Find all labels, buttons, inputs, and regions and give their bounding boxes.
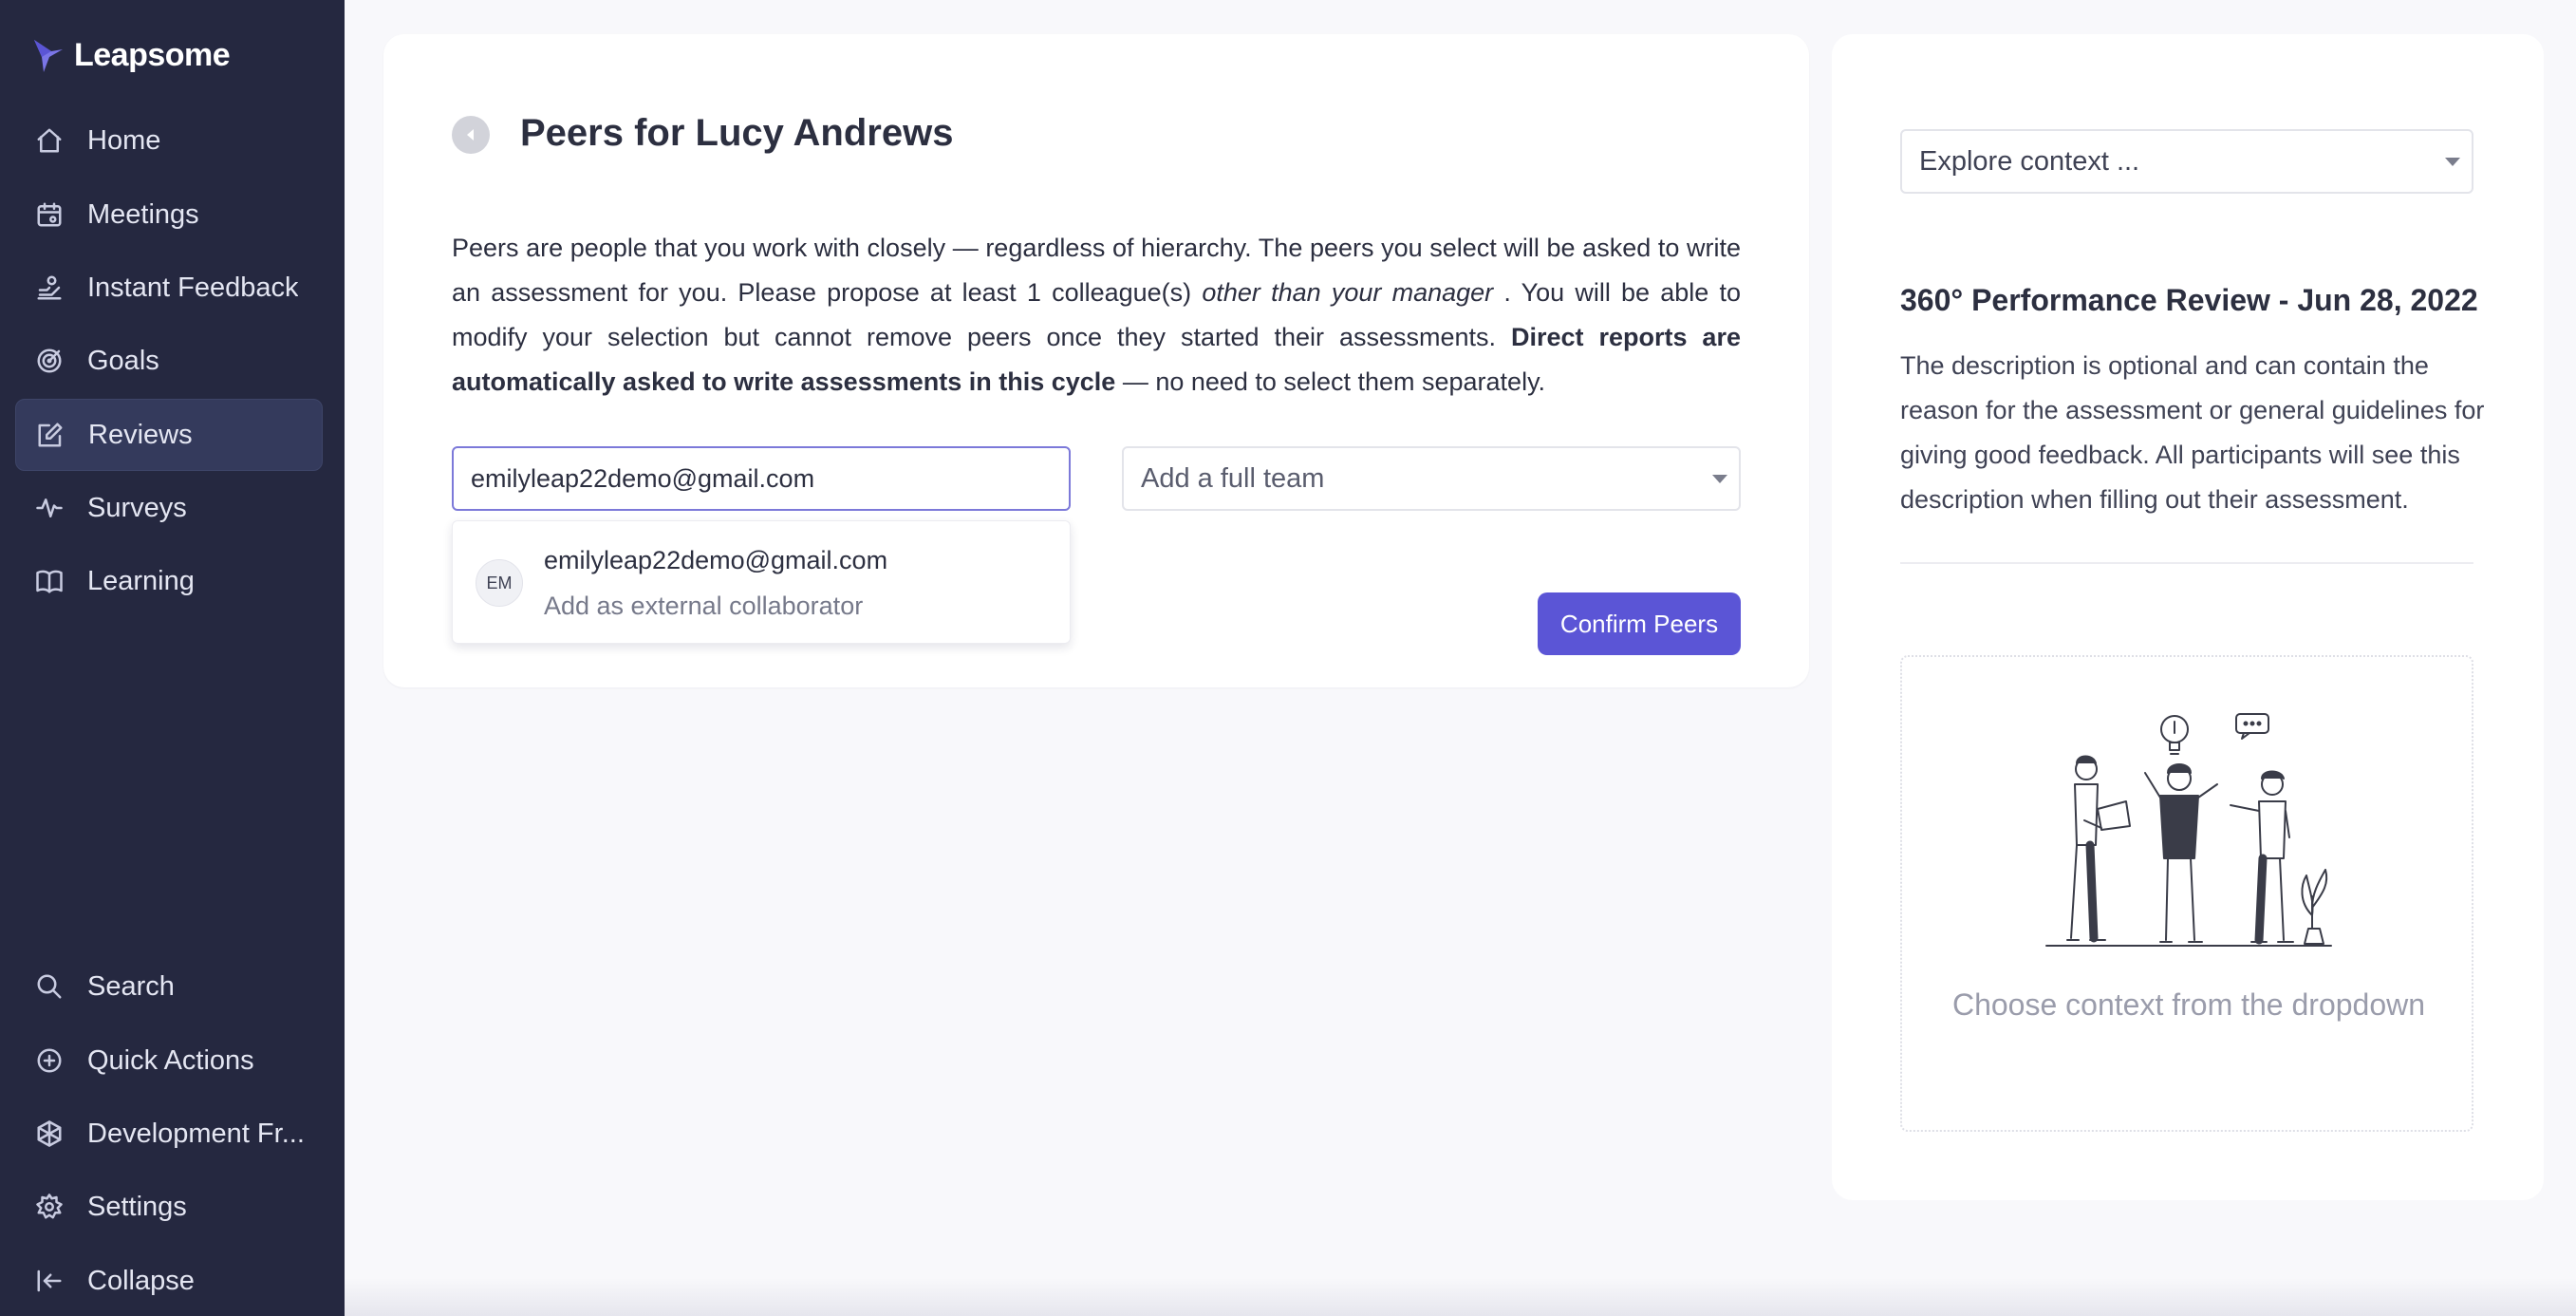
home-icon — [34, 125, 65, 156]
chevron-down-icon — [1712, 475, 1727, 483]
peer-search-input[interactable] — [452, 446, 1071, 511]
sidebar-item-meetings[interactable]: Meetings — [15, 179, 323, 251]
confirm-peers-button[interactable]: Confirm Peers — [1538, 592, 1741, 655]
sidebar-item-label: Meetings — [87, 198, 199, 230]
back-button[interactable] — [452, 116, 490, 154]
sidebar-item-label: Development Fr... — [87, 1118, 305, 1149]
sidebar-item-development-framework[interactable]: Development Fr... — [15, 1098, 323, 1170]
team-discussion-illustration — [2045, 713, 2332, 947]
sidebar-item-label: Settings — [87, 1191, 187, 1222]
sidebar-item-goals[interactable]: Goals — [15, 325, 323, 397]
sidebar-item-label: Learning — [87, 565, 195, 596]
sidebar-item-label: Surveys — [87, 492, 187, 523]
chevron-left-icon — [467, 129, 474, 141]
framework-icon — [34, 1119, 65, 1149]
avatar: EM — [476, 559, 523, 607]
gear-icon — [34, 1192, 65, 1222]
sidebar-item-reviews[interactable]: Reviews — [15, 399, 323, 471]
brand-logo[interactable]: Leapsome — [30, 28, 231, 82]
peer-suggestion-item[interactable]: EM emilyleap22demo@gmail.com Add as exte… — [452, 520, 1071, 644]
sidebar-item-search[interactable]: Search — [15, 950, 323, 1023]
sidebar-item-label: Quick Actions — [87, 1044, 254, 1076]
sidebar-item-collapse[interactable]: Collapse — [15, 1245, 323, 1316]
book-icon — [34, 566, 65, 596]
description-text: — no need to select them separately. — [1115, 367, 1546, 396]
brand-name: Leapsome — [74, 36, 231, 73]
page-title: Peers for Lucy Andrews — [520, 112, 954, 154]
sidebar-item-label: Home — [87, 124, 161, 156]
feedback-icon — [34, 273, 65, 303]
context-panel: Explore context ... 360° Performance Rev… — [1832, 34, 2544, 1200]
sidebar-item-quick-actions[interactable]: Quick Actions — [15, 1025, 323, 1097]
sidebar: Leapsome Home Meetings Instant Feedback … — [0, 0, 345, 1316]
description-emphasis: other than your manager — [1202, 278, 1494, 307]
context-select[interactable]: Explore context ... — [1900, 129, 2473, 194]
edit-icon — [35, 420, 65, 450]
target-icon — [34, 346, 65, 376]
sidebar-item-label: Reviews — [88, 419, 193, 450]
bottom-shadow — [345, 1278, 2576, 1316]
sidebar-item-instant-feedback[interactable]: Instant Feedback — [15, 252, 323, 324]
sidebar-item-learning[interactable]: Learning — [15, 545, 323, 617]
suggestion-subtitle: Add as external collaborator — [544, 592, 864, 620]
chevron-down-icon — [2445, 158, 2460, 166]
context-empty-state: Choose context from the dropdown — [1900, 655, 2473, 1132]
team-select-value: Add a full team — [1141, 462, 1325, 494]
sidebar-item-surveys[interactable]: Surveys — [15, 472, 323, 544]
peers-card: Peers for Lucy Andrews Peers are people … — [383, 34, 1809, 687]
pulse-icon — [34, 493, 65, 523]
sidebar-item-label: Instant Feedback — [87, 272, 299, 303]
context-select-value: Explore context ... — [1919, 145, 2140, 177]
leapsome-logo-icon — [34, 40, 63, 72]
review-title: 360° Performance Review - Jun 28, 2022 — [1900, 283, 2478, 317]
sidebar-item-label: Collapse — [87, 1265, 195, 1296]
review-description: The description is optional and can cont… — [1900, 351, 2485, 514]
empty-state-text: Choose context from the dropdown — [1951, 987, 2426, 1022]
divider — [1900, 562, 2473, 564]
plus-circle-icon — [34, 1045, 65, 1076]
suggestion-email: emilyleap22demo@gmail.com — [544, 546, 888, 574]
search-icon — [34, 971, 65, 1002]
collapse-icon — [34, 1266, 65, 1296]
sidebar-item-label: Goals — [87, 345, 159, 376]
peers-description: Peers are people that you work with clos… — [452, 226, 1741, 404]
sidebar-item-label: Search — [87, 970, 175, 1002]
sidebar-item-home[interactable]: Home — [15, 104, 323, 177]
sidebar-item-settings[interactable]: Settings — [15, 1171, 323, 1243]
calendar-icon — [34, 199, 65, 230]
team-select[interactable]: Add a full team — [1122, 446, 1741, 511]
